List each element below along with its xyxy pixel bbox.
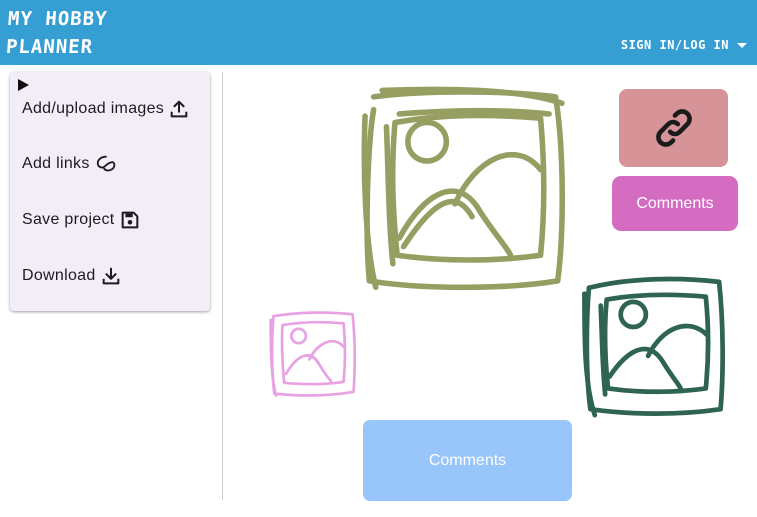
save-icon — [121, 211, 138, 229]
image-icon — [269, 311, 357, 397]
link-icon — [655, 109, 692, 147]
chevron-down-icon — [737, 42, 747, 48]
side-menu: Add/upload images Add links Save project… — [10, 72, 210, 311]
collapse-menu-icon[interactable] — [18, 79, 29, 91]
sign-in-button[interactable]: SIGN IN/LOG IN — [621, 38, 747, 52]
comments-label: Comments — [428, 451, 507, 469]
link-loop-icon — [96, 155, 115, 172]
app-header: MY HOBBY PLANNER SIGN IN/LOG IN — [0, 0, 757, 65]
menu-item-download[interactable]: Download — [22, 265, 122, 287]
comments-button-top[interactable]: Comments — [612, 176, 738, 231]
app-title: MY HOBBY PLANNER — [5, 8, 109, 58]
comments-label: Comments — [636, 194, 714, 212]
image-icon — [361, 86, 565, 291]
download-icon — [102, 267, 119, 285]
menu-item-add-links[interactable]: Add links — [22, 153, 118, 175]
image-icon — [582, 276, 726, 418]
sign-in-label: SIGN IN/LOG IN — [620, 38, 729, 52]
image-tile-olive[interactable] — [356, 84, 571, 298]
menu-item-label: Download — [22, 267, 96, 284]
menu-item-save-project[interactable]: Save project — [22, 209, 141, 231]
upload-icon — [170, 100, 188, 118]
panel-divider — [222, 72, 223, 500]
menu-item-label: Save project — [22, 211, 115, 228]
image-tile-green[interactable] — [570, 273, 738, 421]
menu-item-add-images[interactable]: Add/upload images — [22, 98, 190, 120]
link-tile[interactable] — [619, 89, 728, 167]
menu-item-label: Add/upload images — [22, 100, 165, 117]
comments-button-bottom[interactable]: Comments — [363, 420, 572, 501]
menu-item-label: Add links — [22, 155, 90, 172]
image-tile-pink[interactable] — [263, 309, 363, 399]
